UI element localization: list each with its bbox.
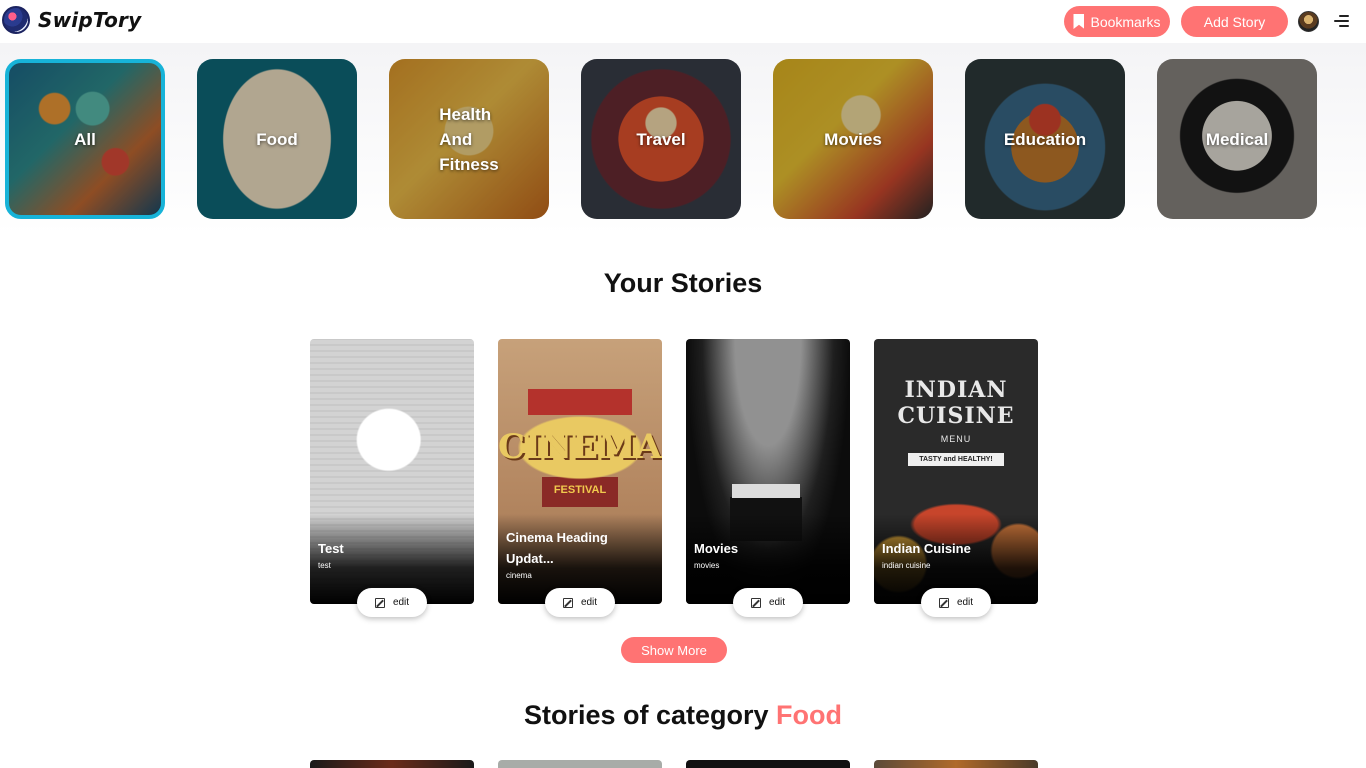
edit-icon	[938, 597, 949, 608]
story-title: Movies	[694, 541, 739, 556]
story-card[interactable]: CINEMA FESTIVAL Cinema Heading Updat... …	[498, 339, 662, 617]
category-story-card[interactable]	[874, 760, 1038, 768]
story-description: movies	[694, 561, 720, 570]
edit-icon	[374, 597, 385, 608]
edit-icon	[750, 597, 761, 608]
category-health-and-fitness[interactable]: Health And Fitness	[389, 59, 549, 219]
story-description: cinema	[506, 571, 532, 580]
story-card[interactable]: Movies movies edit	[686, 339, 850, 617]
menu-icon[interactable]	[1333, 14, 1349, 28]
edit-label: edit	[392, 597, 410, 608]
category-label: Movies	[824, 129, 882, 149]
category-stories-heading: Stories of category Food	[0, 700, 1366, 731]
logo-icon	[2, 6, 30, 34]
edit-label: edit	[956, 597, 974, 608]
show-more-button[interactable]: Show More	[621, 637, 727, 663]
story-image-subtext: MENU	[940, 434, 972, 444]
category-label-line: Fitness	[439, 154, 499, 174]
category-label: Health And Fitness	[439, 102, 499, 177]
category-label: Medical	[1205, 129, 1269, 149]
edit-story-button[interactable]: edit	[921, 588, 991, 617]
edit-label: edit	[580, 597, 598, 608]
story-card[interactable]: INDIAN CUISINE MENU TASTY and HEALTHY! I…	[874, 339, 1038, 617]
story-description: indian cuisine	[882, 561, 931, 570]
category-heading-name: Food	[776, 700, 843, 730]
add-story-label: Add Story	[1203, 13, 1266, 30]
story-title: Cinema Heading Updat...	[506, 530, 608, 566]
category-education[interactable]: Education	[965, 59, 1125, 219]
story-description: test	[318, 561, 331, 570]
edit-story-button[interactable]: edit	[733, 588, 803, 617]
category-travel[interactable]: Travel	[581, 59, 741, 219]
bookmarks-button[interactable]: Bookmarks	[1064, 6, 1170, 37]
category-story-card[interactable]	[686, 760, 850, 768]
story-title: Indian Cuisine	[882, 541, 971, 556]
category-label: Travel	[636, 129, 686, 149]
category-heading-prefix: Stories of category	[523, 700, 769, 730]
category-all[interactable]: All	[5, 59, 165, 219]
category-story-card[interactable]	[310, 760, 474, 768]
category-label: All	[74, 129, 96, 149]
your-stories-heading: Your Stories	[603, 268, 763, 298]
edit-story-button[interactable]: edit	[545, 588, 615, 617]
edit-story-button[interactable]: edit	[357, 588, 427, 617]
category-label: Education	[1003, 129, 1087, 149]
brand[interactable]: SwipTory	[2, 6, 141, 34]
brand-name: SwipTory	[38, 8, 142, 32]
edit-icon	[562, 597, 573, 608]
category-medical[interactable]: Medical	[1157, 59, 1317, 219]
category-strip: All Food Health And Fitness Travel Movie…	[0, 43, 1366, 235]
story-card[interactable]: Test test edit	[310, 339, 474, 617]
bookmark-icon	[1073, 14, 1085, 29]
category-label: Food	[256, 129, 298, 149]
story-image-headline: INDIAN CUISINE	[897, 377, 1015, 429]
edit-label: edit	[768, 597, 786, 608]
avatar[interactable]	[1298, 11, 1319, 32]
category-movies[interactable]: Movies	[773, 59, 933, 219]
category-label-line: Health	[439, 104, 492, 124]
category-story-card[interactable]	[498, 760, 662, 768]
add-story-button[interactable]: Add Story	[1181, 6, 1288, 37]
bookmarks-label: Bookmarks	[1090, 13, 1161, 30]
category-food[interactable]: Food	[197, 59, 357, 219]
story-image-banner: TASTY and HEALTHY!	[908, 453, 1004, 466]
category-label-line: And	[439, 129, 473, 149]
top-navbar: SwipTory Bookmarks Add Story	[0, 0, 1366, 43]
story-image-headline: CINEMA	[498, 427, 662, 467]
story-image-subtext: FESTIVAL	[553, 484, 607, 496]
story-title: Test	[318, 541, 344, 556]
